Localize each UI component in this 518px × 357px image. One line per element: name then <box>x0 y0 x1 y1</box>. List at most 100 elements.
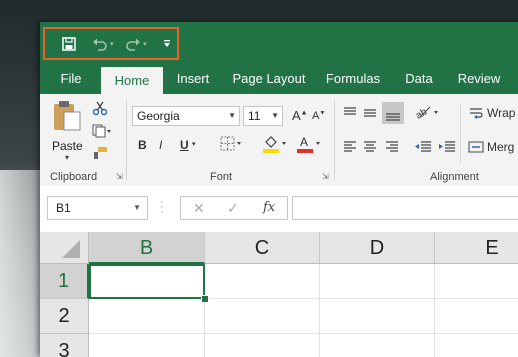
undo-dropdown-icon[interactable]: ▾ <box>110 40 114 48</box>
underline-button[interactable]: U <box>180 138 189 152</box>
wrap-text-button[interactable]: Wrap <box>468 106 515 120</box>
column-header-d[interactable]: D <box>320 232 435 264</box>
cell-c1[interactable] <box>205 264 320 299</box>
fill-color-button[interactable] <box>262 134 288 157</box>
cell-c2[interactable] <box>205 299 320 334</box>
formula-bar-grip-icon[interactable]: · · · <box>160 197 164 218</box>
borders-button[interactable] <box>220 136 242 155</box>
align-right-button[interactable] <box>384 140 400 157</box>
decrease-font-button[interactable]: A▼ <box>312 110 325 122</box>
fill-handle[interactable] <box>201 295 209 303</box>
save-button[interactable] <box>62 36 76 52</box>
row-header-3[interactable]: 3 <box>40 334 89 357</box>
save-icon <box>62 37 76 51</box>
name-box-value: B1 <box>56 201 71 215</box>
column-header-e[interactable]: E <box>435 232 518 264</box>
font-size-value: 11 <box>248 109 261 123</box>
copy-icon <box>92 124 111 138</box>
row-header-2[interactable]: 2 <box>40 299 89 334</box>
tab-formulas[interactable]: Formulas <box>322 64 384 94</box>
chevron-down-icon: ▼ <box>271 111 279 120</box>
formula-input[interactable] <box>292 196 518 220</box>
cell-d3[interactable] <box>320 334 435 357</box>
cut-icon <box>92 101 108 116</box>
bottom-align-button[interactable] <box>382 102 404 124</box>
alignment-group-label: Alignment <box>430 171 479 183</box>
tab-insert[interactable]: Insert <box>170 64 216 94</box>
title-bar: ▾ ▾ <box>40 22 518 64</box>
italic-button[interactable]: I <box>159 138 162 152</box>
row-header-1[interactable]: 1 <box>40 264 89 299</box>
cell-b2[interactable] <box>89 299 205 334</box>
format-painter-icon <box>94 147 107 159</box>
redo-dropdown-icon[interactable]: ▾ <box>143 40 147 48</box>
undo-icon <box>93 38 107 51</box>
align-center-button[interactable] <box>362 140 378 157</box>
increase-font-icon: A▲ <box>292 108 308 123</box>
format-painter-button[interactable] <box>92 146 108 163</box>
column-header-c[interactable]: C <box>205 232 320 264</box>
middle-align-button[interactable] <box>362 106 378 123</box>
cell-b3[interactable] <box>89 334 205 357</box>
wrap-text-icon <box>470 108 483 119</box>
decrease-indent-button[interactable] <box>414 140 432 157</box>
tab-home[interactable]: Home <box>101 67 163 94</box>
increase-font-button[interactable]: A▲ <box>292 108 308 123</box>
cell-d2[interactable] <box>320 299 435 334</box>
copy-button[interactable] <box>92 124 112 141</box>
paste-button[interactable]: Paste ▾ <box>52 100 86 162</box>
svg-text:ab: ab <box>414 106 429 120</box>
active-cell-outline <box>89 264 205 299</box>
font-launcher-icon[interactable]: ⇲ <box>322 172 329 181</box>
excel-window: ▾ ▾ File Home Insert Page Layout Formula… <box>40 22 518 357</box>
redo-button[interactable]: ▾ <box>125 36 147 52</box>
merge-center-button[interactable]: Merg <box>468 140 514 154</box>
group-separator <box>460 104 461 164</box>
select-all-icon <box>62 240 80 258</box>
tab-data[interactable]: Data <box>400 64 438 94</box>
cell-d1[interactable] <box>320 264 435 299</box>
clipboard-group-label: Clipboard <box>50 171 98 183</box>
tab-page-layout[interactable]: Page Layout <box>228 64 310 94</box>
align-right-icon <box>386 141 398 152</box>
bold-button[interactable]: B <box>138 138 147 152</box>
group-separator <box>334 100 335 180</box>
fill-color-icon <box>263 136 286 153</box>
orientation-button[interactable]: ab <box>414 104 440 123</box>
font-size-select[interactable]: 11 ▼ <box>243 106 283 126</box>
select-all-button[interactable] <box>40 232 89 264</box>
bottom-align-icon <box>386 113 400 121</box>
insert-function-button[interactable]: fx <box>263 200 275 215</box>
undo-button[interactable]: ▾ <box>92 36 114 52</box>
tab-review[interactable]: Review <box>454 64 504 94</box>
underline-dropdown-icon[interactable]: ▾ <box>192 140 196 148</box>
font-name-select[interactable]: Georgia ▼ <box>132 106 240 126</box>
paste-icon <box>54 101 81 131</box>
increase-indent-button[interactable] <box>438 140 456 157</box>
tab-file[interactable]: File <box>52 64 90 94</box>
chevron-down-icon[interactable]: ▼ <box>133 197 141 219</box>
cell-e3[interactable] <box>435 334 518 357</box>
cell-c3[interactable] <box>205 334 320 357</box>
chevron-down-icon: ▼ <box>228 111 236 120</box>
align-left-icon <box>344 141 356 152</box>
cancel-icon[interactable]: ✕ <box>193 200 205 217</box>
font-color-button[interactable]: A <box>296 134 322 157</box>
svg-text:A: A <box>300 135 308 149</box>
cut-button[interactable] <box>92 100 108 119</box>
decrease-font-icon: A▼ <box>312 110 326 122</box>
align-left-button[interactable] <box>342 140 358 157</box>
merge-center-label: Merg <box>487 140 515 154</box>
clipboard-launcher-icon[interactable]: ⇲ <box>116 172 123 181</box>
top-align-button[interactable] <box>342 106 358 123</box>
borders-icon <box>220 136 241 151</box>
formula-buttons: ✕ ✓ fx <box>180 196 288 220</box>
worksheet-grid: B C D E 1 2 3 <box>40 232 518 357</box>
paste-dropdown-icon[interactable]: ▾ <box>52 153 82 162</box>
cell-e2[interactable] <box>435 299 518 334</box>
name-box[interactable]: B1 ▼ <box>47 196 148 220</box>
customize-qat-button[interactable] <box>163 36 171 52</box>
enter-icon[interactable]: ✓ <box>227 200 239 217</box>
column-header-b[interactable]: B <box>89 232 205 264</box>
cell-e1[interactable] <box>435 264 518 299</box>
